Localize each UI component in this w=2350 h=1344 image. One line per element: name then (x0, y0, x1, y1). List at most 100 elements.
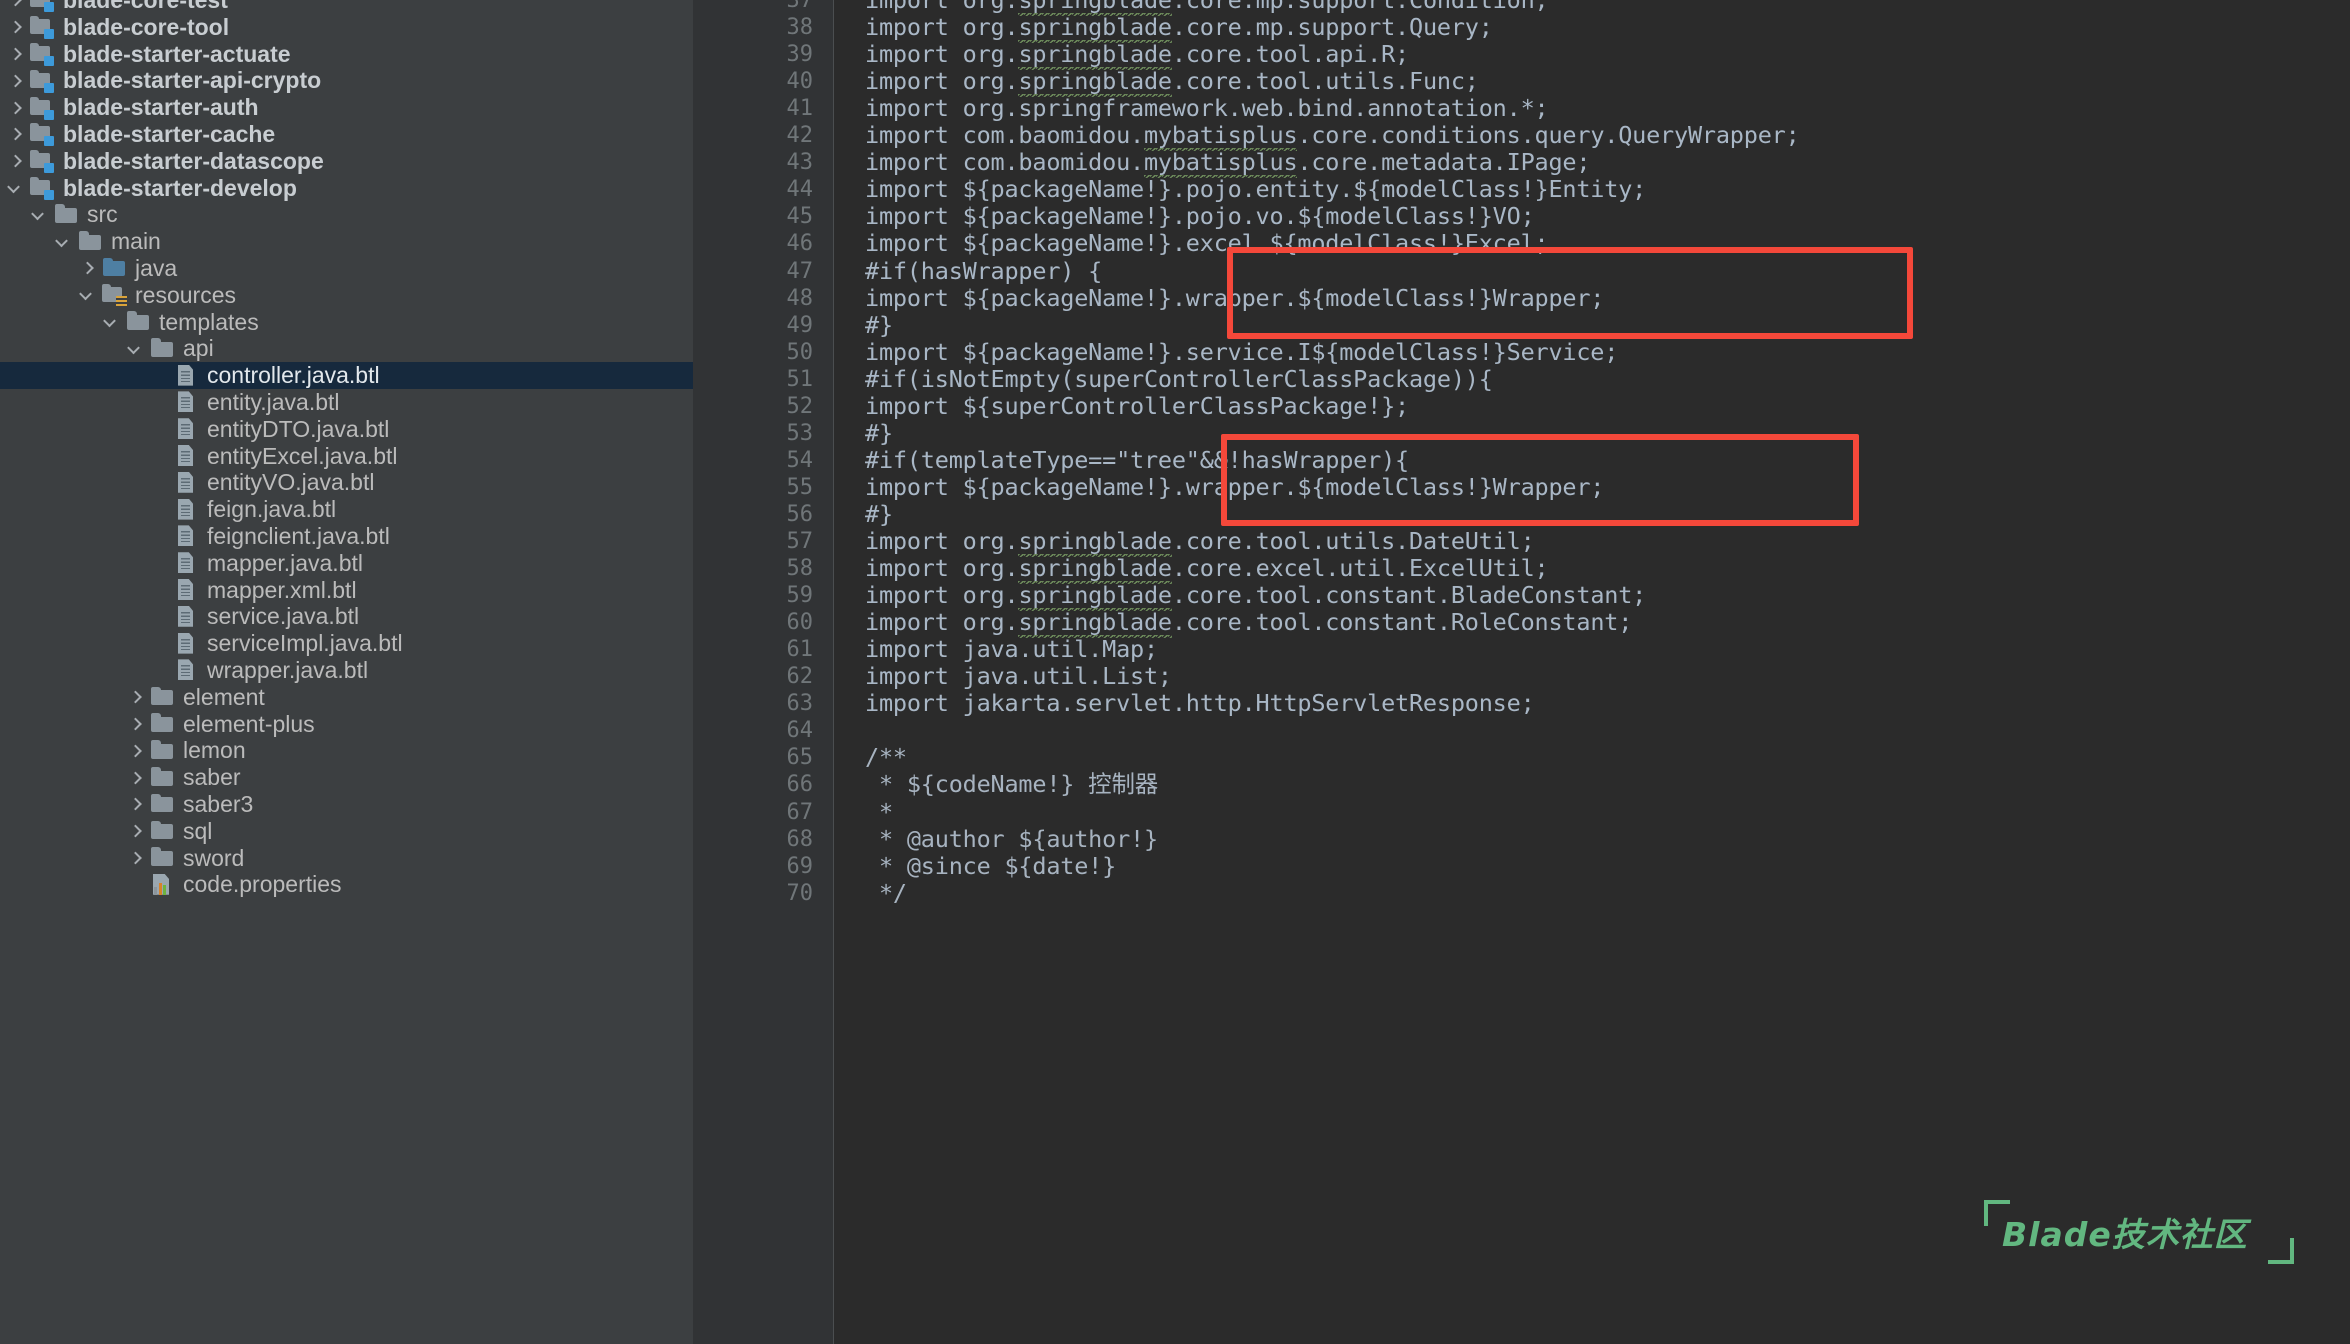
tree-item-api[interactable]: api (0, 335, 693, 362)
code-line[interactable]: 53 #} (693, 419, 2350, 447)
line-number: 66 (786, 772, 814, 798)
tree-item-blade-starter-auth[interactable]: blade-starter-auth (0, 94, 693, 121)
chevron-right-icon[interactable] (126, 684, 148, 710)
tree-item-blade-starter-actuate[interactable]: blade-starter-actuate (0, 41, 693, 68)
chevron-right-icon[interactable] (6, 148, 28, 174)
tree-item-blade-starter-datascope[interactable]: blade-starter-datascope (0, 148, 693, 175)
code-line[interactable]: 68 * @author ${author!} (693, 825, 2350, 853)
line-number: 56 (786, 501, 814, 527)
chevron-down-icon[interactable] (54, 229, 76, 255)
tree-item-java[interactable]: java (0, 255, 693, 282)
chevron-right-icon[interactable] (78, 255, 100, 281)
tree-item-mapper-xml-btl[interactable]: mapper.xml.btl (0, 577, 693, 604)
code-line[interactable]: 67 * (693, 798, 2350, 826)
tree-item-code-properties[interactable]: code.properties (0, 871, 693, 898)
chevron-down-icon[interactable] (102, 309, 124, 335)
code-line[interactable]: 61 import java.util.Map; (693, 636, 2350, 663)
project-tool-window[interactable]: blade-core-test blade-core-tool blade-star… (0, 0, 693, 1344)
code-content[interactable]: 37 import org.springblade.core.mp.support… (693, 0, 2350, 1344)
chevron-down-icon[interactable] (30, 202, 52, 228)
tree-item-src[interactable]: src (0, 201, 693, 228)
tree-item-saber3[interactable]: saber3 (0, 791, 693, 818)
tree-item-element-plus[interactable]: element-plus (0, 711, 693, 738)
chevron-right-icon[interactable] (6, 121, 28, 147)
code-line[interactable]: 51 #if(isNotEmpty(superControllerClassPac… (693, 365, 2350, 393)
chevron-right-icon[interactable] (126, 711, 148, 737)
code-line[interactable]: 54 #if(templateType=="tree"&&!hasWrapper)… (693, 446, 2350, 474)
tree-item-feign-java-btl[interactable]: feign.java.btl (0, 496, 693, 523)
tree-item-entity-java-btl[interactable]: entity.java.btl (0, 389, 693, 416)
chevron-down-icon[interactable] (126, 336, 148, 362)
tree-item-element[interactable]: element (0, 684, 693, 711)
code-line[interactable]: 65 /** (693, 744, 2350, 771)
code-line[interactable]: 50 import ${packageName!}.service.I${mode… (693, 338, 2350, 366)
tree-item-wrapper-java-btl[interactable]: wrapper.java.btl (0, 657, 693, 684)
tree-item-blade-starter-api-crypto[interactable]: blade-starter-api-crypto (0, 67, 693, 94)
tree-item-lemon[interactable]: lemon (0, 737, 693, 764)
chevron-right-icon[interactable] (126, 845, 148, 871)
tree-item-blade-core-tool[interactable]: blade-core-tool (0, 14, 693, 41)
tree-item-templates[interactable]: templates (0, 309, 693, 336)
chevron-right-icon[interactable] (6, 41, 28, 67)
code-line[interactable]: 39 import org.springblade.core.tool.api.R… (693, 40, 2350, 71)
chevron-right-icon[interactable] (126, 818, 148, 844)
tree-item-sql[interactable]: sql (0, 818, 693, 845)
code-line[interactable]: 62 import java.util.List; (693, 663, 2350, 690)
tree-item-sword[interactable]: sword (0, 845, 693, 872)
tree-item-mapper-java-btl[interactable]: mapper.java.btl (0, 550, 693, 577)
tree-item-feignclient-java-btl[interactable]: feignclient.java.btl (0, 523, 693, 550)
chevron-right-icon[interactable] (126, 791, 148, 817)
code-line[interactable]: 46 import ${packageName!}.excel.${modelCl… (693, 230, 2350, 257)
code-line[interactable]: 57 import org.springblade.core.tool.utils… (693, 527, 2350, 557)
chevron-down-icon[interactable] (78, 282, 100, 308)
code-line[interactable]: 45 import ${packageName!}.pojo.vo.${model… (693, 203, 2350, 230)
tree-item-entityvo-java-btl[interactable]: entityVO.java.btl (0, 469, 693, 496)
code-line[interactable]: 43 import com.baomidou.mybatisplus.core.m… (693, 148, 2350, 179)
chevron-right-icon[interactable] (126, 765, 148, 791)
code-line[interactable]: 42 import com.baomidou.mybatisplus.core.c… (693, 121, 2350, 152)
code-line[interactable]: 48 import ${packageName!}.wrapper.${model… (693, 284, 2350, 312)
code-line[interactable]: 37 import org.springblade.core.mp.support… (693, 0, 2350, 16)
code-line[interactable]: 49 #} (693, 311, 2350, 339)
chevron-right-icon[interactable] (6, 0, 28, 13)
tree-item-saber[interactable]: saber (0, 764, 693, 791)
code-text: import com.baomidou.mybatisplus.core.con… (865, 121, 1800, 152)
tree-item-resources[interactable]: resources (0, 282, 693, 309)
code-line[interactable]: 52 import ${superControllerClassPackage!}… (693, 392, 2350, 420)
tree-item-controller-java-btl[interactable]: controller.java.btl (0, 362, 693, 389)
code-line[interactable]: 58 import org.springblade.core.excel.util… (693, 554, 2350, 585)
spellcheck-underline: mybatisplus (1143, 148, 1298, 179)
chevron-right-icon[interactable] (126, 738, 148, 764)
code-line[interactable]: 56 #} (693, 500, 2350, 528)
code-line[interactable]: 44 import ${packageName!}.pojo.entity.${m… (693, 176, 2350, 203)
tree-item-serviceimpl-java-btl[interactable]: serviceImpl.java.btl (0, 630, 693, 657)
code-line[interactable]: 70 */ (693, 879, 2350, 907)
tree-item-service-java-btl[interactable]: service.java.btl (0, 603, 693, 630)
code-line[interactable]: 63 import jakarta.servlet.http.HttpServle… (693, 690, 2350, 717)
code-line[interactable]: 47 #if(hasWrapper) { (693, 257, 2350, 285)
chevron-right-icon[interactable] (6, 95, 28, 121)
tree-item-blade-starter-cache[interactable]: blade-starter-cache (0, 121, 693, 148)
tree-item-entitydto-java-btl[interactable]: entityDTO.java.btl (0, 416, 693, 443)
tree-item-blade-core-test[interactable]: blade-core-test (0, 0, 693, 14)
code-line[interactable]: 59 import org.springblade.core.tool.const… (693, 581, 2350, 612)
code-line[interactable]: 64 (693, 717, 2350, 744)
code-text: import ${packageName!}.pojo.vo.${modelCl… (865, 202, 1535, 231)
file-icon (174, 579, 200, 601)
code-line[interactable]: 69 * @since ${date!} (693, 851, 2350, 880)
editor-area[interactable]: 37 import org.springblade.core.mp.support… (693, 0, 2350, 1344)
chevron-down-icon[interactable] (6, 175, 28, 201)
code-line[interactable]: 60 import org.springblade.core.tool.const… (693, 608, 2350, 639)
tree-item-main[interactable]: main (0, 228, 693, 255)
code-line[interactable]: 38 import org.springblade.core.mp.support… (693, 13, 2350, 44)
code-line[interactable]: 55 import ${packageName!}.wrapper.${model… (693, 473, 2350, 501)
line-number: 45 (786, 204, 814, 230)
chevron-right-icon[interactable] (6, 68, 28, 94)
code-text: * @since ${date!} (865, 851, 1117, 880)
code-line[interactable]: 41 import org.springframework.web.bind.an… (693, 95, 2350, 122)
tree-item-entityexcel-java-btl[interactable]: entityExcel.java.btl (0, 443, 693, 470)
chevron-right-icon[interactable] (6, 14, 28, 40)
code-line[interactable]: 40 import org.springblade.core.tool.utils… (693, 67, 2350, 98)
tree-item-blade-starter-develop[interactable]: blade-starter-develop (0, 175, 693, 202)
code-line[interactable]: 66 * ${codeName!} 控制器 (693, 771, 2350, 798)
